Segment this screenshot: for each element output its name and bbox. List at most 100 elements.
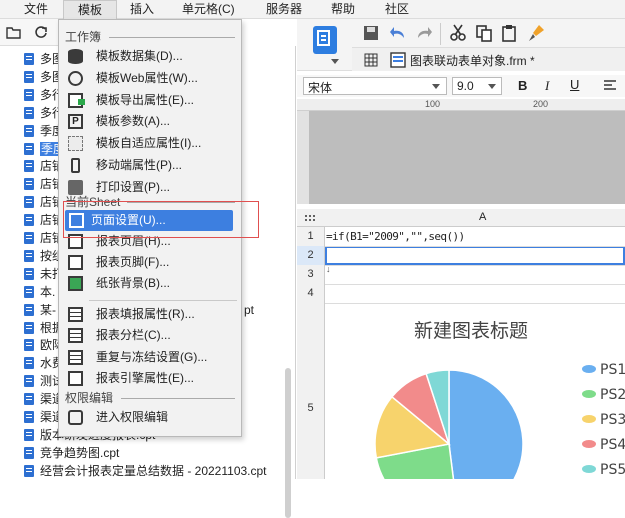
menu-item-label: 纸张背景(B)... <box>96 276 170 290</box>
legend-label[interactable]: PS2 <box>600 387 625 403</box>
columns-icon <box>68 328 83 344</box>
undo-icon[interactable] <box>389 25 407 41</box>
menu-item-lock[interactable]: 进入权限编辑 <box>64 407 236 428</box>
tree-item-label: 竞争趋势图.cpt <box>40 445 120 460</box>
template-file-icon <box>24 321 34 334</box>
legend-label[interactable]: PS5 <box>600 462 625 478</box>
tree-item[interactable]: 竞争趋势图.cpt <box>24 445 119 462</box>
paste-icon[interactable] <box>501 24 519 42</box>
lock-icon <box>68 410 83 425</box>
template-file-icon <box>24 214 34 227</box>
underline-icon[interactable]: U <box>570 77 579 92</box>
menu-server[interactable]: 服务器 <box>266 2 302 17</box>
selected-cell[interactable] <box>325 246 625 265</box>
refresh-icon[interactable] <box>34 25 48 39</box>
align-icon[interactable] <box>603 80 617 92</box>
bold-icon[interactable]: B <box>518 78 527 93</box>
font-size-value: 9.0 <box>457 79 474 93</box>
tree-item-label: 经营会计报表定量总结数据 - 20221103.cpt <box>40 463 267 478</box>
menu-item-label: 移动端属性(P)... <box>96 158 182 172</box>
template-file-icon <box>24 464 34 477</box>
grid-icon <box>364 53 378 67</box>
tree-item-label: 本. <box>40 284 56 299</box>
horizontal-ruler: 100 200 <box>297 99 625 111</box>
menu-insert[interactable]: 插入 <box>130 2 154 17</box>
legend-label[interactable]: PS4 <box>600 437 625 453</box>
open-folder-icon[interactable] <box>6 26 22 39</box>
tree-item[interactable]: 某-pt <box>24 302 254 319</box>
menu-item-label: 报表分栏(C)... <box>96 328 171 343</box>
legend-label[interactable]: PS3 <box>600 412 625 428</box>
menu-bar: 文件 模板 插入 单元格(C) 服务器 帮助 社区 <box>0 0 625 19</box>
pie-chart[interactable]: 新建图表标题 PS1 PS2 PS3 PS4 PS5 <box>325 304 625 518</box>
column-a-header[interactable]: A <box>479 211 486 223</box>
menu-item-background-image[interactable]: 纸张背景(B)... <box>64 273 236 294</box>
menu-item-label: 重复与冻结设置(G)... <box>96 349 208 364</box>
legend-marker <box>582 365 596 373</box>
menu-item-fill-attr[interactable]: 报表填报属性(R)... <box>64 304 236 325</box>
form-design-icon[interactable] <box>313 26 337 54</box>
menu-item-engine[interactable]: 报表引擎属性(E)... <box>64 368 236 389</box>
template-file-icon <box>24 196 34 209</box>
chevron-down-icon[interactable] <box>331 59 339 64</box>
select-all-icon[interactable] <box>304 214 316 222</box>
tree-item[interactable]: 经营会计报表定量总结数据 - 20221103.cpt <box>24 463 267 480</box>
menu-item-label: 报表引擎属性(E)... <box>96 370 194 385</box>
fill-attr-icon <box>68 307 83 322</box>
row-header-3[interactable]: 3 <box>297 265 325 284</box>
menu-item-columns[interactable]: 报表分栏(C)... <box>64 325 236 346</box>
menu-item-label: 模板数据集(D)... <box>96 49 183 63</box>
template-file-icon <box>24 53 34 65</box>
tree-scrollbar[interactable] <box>285 368 291 518</box>
section-permission: 权限编辑 <box>65 391 235 405</box>
menu-item-label: 报表页脚(F)... <box>96 255 170 269</box>
menu-item-footer[interactable]: 报表页脚(F)... <box>64 252 236 273</box>
menu-item-mobile[interactable]: 移动端属性(P)... <box>64 155 236 176</box>
editor-tab-title[interactable]: 图表联动表单对象.frm * <box>410 52 535 69</box>
template-file-icon <box>24 267 34 280</box>
legend-marker <box>582 390 596 398</box>
redo-icon[interactable] <box>415 25 433 41</box>
row-header-1[interactable]: 1 <box>297 227 325 246</box>
globe-icon <box>68 70 83 86</box>
menu-template[interactable]: 模板 <box>63 0 118 19</box>
italic-icon[interactable]: I <box>545 78 549 94</box>
column-header-bar: A <box>297 209 625 227</box>
chevron-down-icon <box>432 84 440 89</box>
freeze-icon <box>68 349 83 365</box>
format-brush-icon[interactable] <box>527 24 545 42</box>
menu-item-database[interactable]: 模板数据集(D)... <box>64 46 236 67</box>
template-file-icon <box>24 178 34 191</box>
row-header-2[interactable]: 2 <box>297 246 325 265</box>
section-permission-label: 权限编辑 <box>65 391 114 405</box>
highlight-frame <box>63 201 259 238</box>
menu-help[interactable]: 帮助 <box>331 2 355 17</box>
menu-community[interactable]: 社区 <box>385 2 409 17</box>
menu-item-adaptive[interactable]: 模板自适应属性(I)... <box>64 133 236 154</box>
save-icon[interactable] <box>363 25 379 41</box>
template-file-icon <box>24 70 34 83</box>
menu-item-globe[interactable]: 模板Web属性(W)... <box>64 68 236 89</box>
template-file-icon <box>24 232 34 244</box>
font-size-select[interactable]: 9.0 <box>452 77 502 95</box>
menu-item-export[interactable]: 模板导出属性(E)... <box>64 90 236 111</box>
template-file-icon <box>24 160 34 173</box>
row-header-4[interactable]: 4 <box>297 284 325 303</box>
tree-item[interactable]: 本. <box>24 284 55 301</box>
copy-icon[interactable] <box>475 24 493 42</box>
legend-label[interactable]: PS1 <box>600 362 625 378</box>
pie-slice-ps1[interactable] <box>448 369 524 518</box>
editor-tab-bar: 图表联动表单对象.frm * <box>352 47 625 71</box>
menu-file[interactable]: 文件 <box>24 2 48 17</box>
row-header-5[interactable]: 5 <box>297 303 325 479</box>
cell-a1-formula[interactable]: =if(B1="2009","",seq()) <box>326 230 465 243</box>
template-file-icon <box>24 88 34 101</box>
menu-item-parameter[interactable]: P 模板参数(A)... <box>64 111 236 132</box>
menu-cell[interactable]: 单元格(C) <box>182 2 235 17</box>
cut-icon[interactable] <box>449 24 467 42</box>
font-family-select[interactable]: 宋体 <box>303 77 447 95</box>
menu-item-freeze[interactable]: 重复与冻结设置(G)... <box>64 347 236 368</box>
template-file-icon <box>24 357 34 370</box>
menu-item-label: 进入权限编辑 <box>96 410 169 424</box>
left-toolbar <box>0 19 60 46</box>
